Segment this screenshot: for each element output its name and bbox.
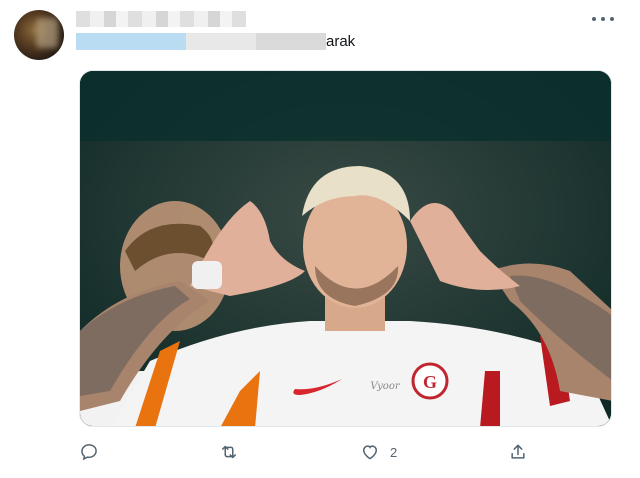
- svg-text:G: G: [423, 372, 437, 392]
- jersey-script-text: Vyoor: [370, 381, 401, 392]
- heart-icon: [362, 445, 378, 460]
- reply-icon: [81, 444, 97, 461]
- redacted-author-name: [76, 11, 246, 27]
- photo-illustration: G Vyoor: [80, 71, 611, 426]
- redacted-tweet-text: [76, 33, 326, 50]
- reply-button[interactable]: [79, 440, 99, 464]
- tweet-card[interactable]: arak G Vyoor 2: [0, 0, 640, 478]
- tweet-photo[interactable]: G Vyoor: [79, 70, 612, 427]
- retweet-icon: [222, 445, 236, 459]
- retweet-button[interactable]: [219, 440, 239, 464]
- share-icon: [511, 444, 525, 459]
- action-bar: 2: [79, 440, 539, 464]
- tweet-text: arak: [326, 33, 356, 50]
- avatar[interactable]: [14, 10, 64, 60]
- like-count: 2: [390, 444, 398, 460]
- share-button[interactable]: [508, 440, 528, 464]
- more-options-icon[interactable]: [592, 12, 614, 26]
- like-button[interactable]: 2: [360, 440, 397, 464]
